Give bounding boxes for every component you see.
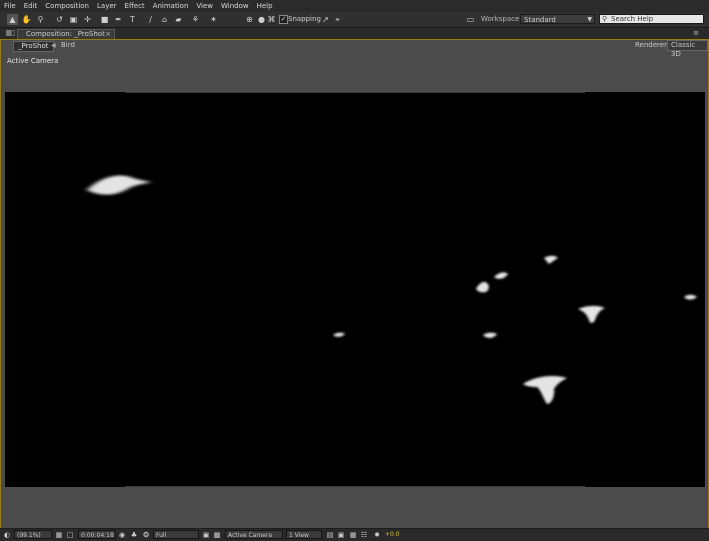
rectangle-tool-icon[interactable]: ■: [99, 14, 110, 25]
transparency-grid-icon[interactable]: ▩: [213, 531, 221, 539]
bird-large-left: [87, 175, 151, 195]
safe-zones-icon[interactable]: ▦: [55, 531, 63, 539]
bird-mid: [578, 305, 605, 323]
puppet-pin-icon[interactable]: ✶: [208, 14, 219, 25]
close-icon[interactable]: ×: [105, 30, 111, 39]
selection-tool-icon[interactable]: ▲: [7, 14, 18, 25]
timecode-field[interactable]: 0:00:04:18: [78, 530, 116, 539]
lock-icon[interactable]: [11, 30, 15, 36]
menu-file[interactable]: File: [0, 0, 20, 12]
region-of-interest-icon[interactable]: ▣: [202, 531, 210, 539]
menu-effect[interactable]: Effect: [121, 0, 149, 12]
menu-layer[interactable]: Layer: [93, 0, 121, 12]
pen-tool-icon[interactable]: ✒: [113, 14, 124, 25]
chevron-left-icon: ◀: [51, 42, 56, 49]
composition-viewer[interactable]: [5, 92, 705, 487]
brush-tool-icon[interactable]: ∕: [145, 14, 156, 25]
renderer-button[interactable]: Classic 3D: [667, 40, 708, 58]
composition-navigator: _ProShot ◀ Bird Renderer: Classic 3D: [1, 40, 708, 58]
bird-small-2: [494, 272, 508, 279]
snapshot-icon[interactable]: ◉: [118, 531, 126, 539]
active-camera-label: Active Camera: [7, 57, 59, 65]
search-placeholder: Search Help: [611, 15, 654, 23]
view-axis-icon[interactable]: ⌘: [266, 14, 277, 25]
camera-orbit-icon[interactable]: ▣: [68, 14, 79, 25]
tools-panel: ▲ ✋ ⚲ ↺ ▣ ✛ ■ ✒ T ∕ ⌂ ▰ ⚘ ✶ ⊕ ● ⌘ ✓ Snap…: [0, 12, 709, 28]
show-snapshot-icon[interactable]: ♣: [130, 531, 138, 539]
search-icon: ⚲: [602, 15, 608, 23]
zoom-tool-icon[interactable]: ⚲: [35, 14, 46, 25]
menu-help[interactable]: Help: [253, 0, 277, 12]
composition-tab-title: Composition: _ProShot: [26, 30, 105, 38]
tab-composition[interactable]: Composition: _ProShot ×: [17, 29, 115, 39]
reset-exposure-icon[interactable]: ✹: [373, 531, 381, 539]
bird-large-right: [523, 376, 567, 404]
viewer-image: [87, 92, 697, 487]
rotate-tool-icon[interactable]: ↺: [54, 14, 65, 25]
bird-small-3: [544, 255, 558, 264]
snap-features-icon[interactable]: ⌖: [332, 14, 343, 25]
menu-animation[interactable]: Animation: [149, 0, 193, 12]
bird-small-6: [684, 294, 697, 300]
grid-icon[interactable]: □: [66, 531, 74, 539]
renderer-label: Renderer:: [635, 41, 670, 49]
bird-small-4: [483, 332, 497, 338]
view-layout-select[interactable]: 1 View: [286, 530, 322, 539]
search-help-input[interactable]: ⚲ Search Help: [599, 14, 704, 24]
workspace-label: Workspace:: [481, 15, 522, 23]
bird-small-5: [333, 332, 345, 337]
local-axis-icon[interactable]: ⊕: [244, 14, 255, 25]
bird-small-1: [476, 281, 489, 293]
menu-composition[interactable]: Composition: [41, 0, 93, 12]
magnification-select[interactable]: (99.1%): [14, 530, 52, 539]
eraser-tool-icon[interactable]: ▰: [173, 14, 184, 25]
resolution-select[interactable]: Full: [153, 530, 199, 539]
menu-window[interactable]: Window: [217, 0, 253, 12]
fast-previews-icon[interactable]: ▣: [337, 531, 345, 539]
timeline-icon[interactable]: ▦: [349, 531, 357, 539]
menu-edit[interactable]: Edit: [20, 0, 42, 12]
camera-view-select[interactable]: Active Camera: [225, 530, 283, 539]
panel-tab-bar: Composition: _ProShot × ≡: [0, 28, 709, 39]
workspace-icon[interactable]: ▭: [465, 14, 476, 25]
workspace-select[interactable]: Standard ▼: [520, 14, 595, 24]
breadcrumb-proshot[interactable]: _ProShot: [13, 41, 54, 52]
menu-view[interactable]: View: [192, 0, 217, 12]
clone-stamp-icon[interactable]: ⌂: [159, 14, 170, 25]
snapping-checkbox[interactable]: ✓: [279, 15, 288, 24]
snapping-label: Snapping: [288, 15, 321, 23]
panel-menu-icon[interactable]: ≡: [693, 28, 699, 38]
exposure-value[interactable]: +0.0: [385, 530, 400, 539]
roto-brush-icon[interactable]: ⚘: [190, 14, 201, 25]
workspace-value: Standard: [524, 16, 556, 24]
breadcrumb-bird[interactable]: Bird: [61, 41, 75, 50]
menu-bar: File Edit Composition Layer Effect Anima…: [0, 0, 709, 12]
snap-edges-icon[interactable]: ↗: [320, 14, 331, 25]
composition-panel: _ProShot ◀ Bird Renderer: Classic 3D Act…: [0, 39, 709, 529]
composition-footer: ◐ (99.1%) ▦ □ 0:00:04:18 ◉ ♣ ❂ Full ▣ ▩ …: [0, 528, 709, 541]
chevron-down-icon: ▼: [587, 16, 592, 23]
channel-icon[interactable]: ❂: [142, 531, 150, 539]
always-preview-icon[interactable]: ◐: [3, 531, 11, 539]
pixel-aspect-icon[interactable]: ▤: [326, 531, 334, 539]
pan-behind-icon[interactable]: ✛: [82, 14, 93, 25]
type-tool-icon[interactable]: T: [127, 14, 138, 25]
flowchart-icon[interactable]: ☷: [360, 531, 368, 539]
hand-tool-icon[interactable]: ✋: [21, 14, 32, 25]
